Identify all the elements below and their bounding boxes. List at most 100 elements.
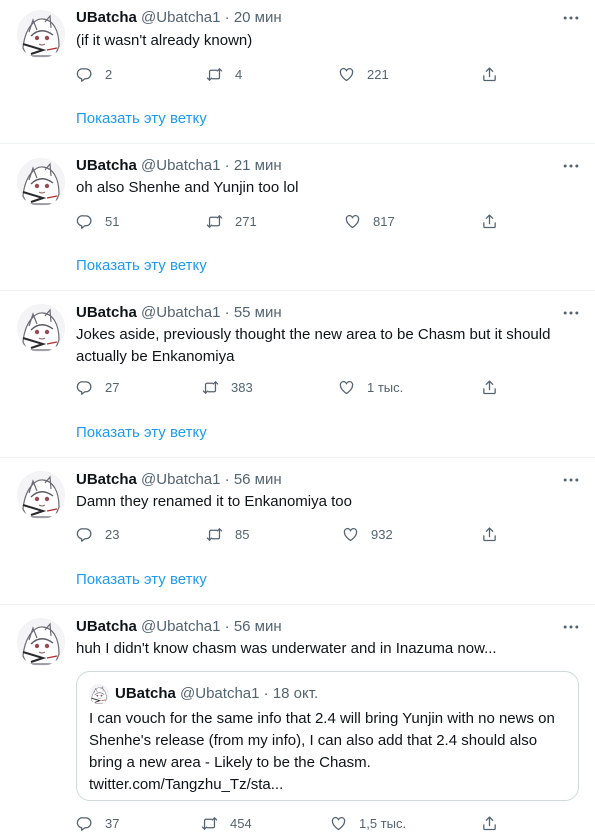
like-button[interactable]: 1,5 тыс. [330,813,406,833]
tweet-time[interactable]: 56 мин [234,618,282,635]
author-handle[interactable]: @Ubatcha1 [141,157,220,174]
tweet-time[interactable]: 55 мин [234,304,282,321]
retweet-button[interactable]: 85 [206,524,249,544]
like-button[interactable]: 221 [338,64,389,84]
avatar[interactable] [17,158,65,206]
like-button[interactable]: 1 тыс. [338,377,403,397]
share-button[interactable] [481,211,498,231]
share-button[interactable] [481,64,498,84]
reply-button[interactable]: 23 [76,524,119,544]
heart-icon [338,379,355,396]
share-button[interactable] [481,377,498,397]
author-handle[interactable]: @Ubatcha1 [141,618,220,635]
heart-icon [342,526,359,543]
author-name[interactable]: UBatcha [76,304,137,321]
retweet-count: 85 [235,526,250,542]
tweet-time[interactable]: 56 мин [234,471,282,488]
retweet-button[interactable]: 4 [206,64,242,84]
separator-dot: · [263,685,269,702]
reply-count: 37 [105,815,120,831]
reply-button[interactable]: 51 [76,211,119,231]
share-button[interactable] [481,524,498,544]
author-handle[interactable]: @Ubatcha1 [141,304,220,321]
avatar-image [17,471,65,519]
avatar[interactable] [17,618,65,666]
retweet-icon [201,815,218,832]
like-button[interactable]: 817 [344,211,395,231]
reply-icon [76,213,93,230]
avatar-image [17,618,65,666]
share-icon [481,815,498,832]
retweet-button[interactable]: 271 [206,211,257,231]
share-button[interactable] [481,813,498,833]
quoted-tweet[interactable]: UBatcha @Ubatcha1 · 18 окт. I can vouch … [76,671,579,801]
tweet-time[interactable]: 20 мин [234,9,282,26]
reply-count: 23 [105,526,120,542]
tweet-time[interactable]: 21 мин [234,157,282,174]
tweet[interactable]: UBatcha @Ubatcha1 · 56 мин Damn they ren… [0,458,595,604]
reply-icon [76,379,93,396]
reply-icon [76,815,93,832]
tweet[interactable]: UBatcha @Ubatcha1 · 56 мин huh I didn't … [0,605,595,835]
retweet-icon [202,379,219,396]
author-name[interactable]: UBatcha [76,157,137,174]
tweet-actions: 51 271 817 [76,211,506,231]
author-name[interactable]: UBatcha [76,471,137,488]
reply-button[interactable]: 2 [76,64,112,84]
retweet-count: 4 [235,66,243,82]
avatar[interactable] [17,471,65,519]
author-handle[interactable]: @Ubatcha1 [141,9,220,26]
tweet[interactable]: UBatcha @Ubatcha1 · 21 мин oh also Shenh… [0,144,595,290]
tweet[interactable]: UBatcha @Ubatcha1 · 20 мин (if it wasn't… [0,0,595,143]
like-button[interactable]: 932 [342,524,393,544]
show-thread-link[interactable]: Показать эту ветку [76,256,207,276]
avatar[interactable] [17,10,65,58]
show-thread-link[interactable]: Показать эту ветку [76,423,207,443]
like-count: 221 [367,66,389,82]
share-icon [481,66,498,83]
quoted-avatar [89,684,109,704]
more-icon[interactable] [561,617,581,637]
more-icon[interactable] [561,8,581,28]
tweet-actions: 2 4 221 [76,64,506,84]
separator-dot: · [224,157,230,174]
like-count: 817 [373,213,395,229]
quoted-author-name: UBatcha [115,685,176,702]
more-icon[interactable] [561,470,581,490]
separator-dot: · [224,618,230,635]
retweet-count: 383 [231,379,253,395]
share-icon [481,379,498,396]
quoted-time: 18 окт. [272,685,319,702]
retweet-icon [206,213,223,230]
show-thread-link[interactable]: Показать эту ветку [76,570,207,590]
like-count: 932 [371,526,393,542]
tweet-text: (if it wasn't already known) [76,32,253,49]
reply-button[interactable]: 37 [76,813,119,833]
avatar-image [17,10,65,58]
retweet-count: 271 [235,213,257,229]
avatar[interactable] [17,304,65,352]
reply-count: 51 [105,213,120,229]
author-handle[interactable]: @Ubatcha1 [141,471,220,488]
author-name[interactable]: UBatcha [76,618,137,635]
like-count: 1,5 тыс. [359,815,407,831]
retweet-count: 454 [230,815,252,831]
more-icon[interactable] [561,156,581,176]
heart-icon [330,815,347,832]
tweet-header: UBatcha @Ubatcha1 · 56 мин [76,617,282,637]
tweet[interactable]: UBatcha @Ubatcha1 · 55 мин Jokes aside, … [0,291,595,457]
separator-dot: · [224,471,230,488]
tweet-header: UBatcha @Ubatcha1 · 20 мин [76,8,282,28]
reply-icon [76,526,93,543]
more-icon[interactable] [561,303,581,323]
quoted-author-handle: @Ubatcha1 [180,685,260,702]
show-thread-link[interactable]: Показать эту ветку [76,109,207,129]
author-name[interactable]: UBatcha [76,9,137,26]
retweet-button[interactable]: 454 [201,813,252,833]
retweet-button[interactable]: 383 [202,377,253,397]
reply-icon [76,66,93,83]
reply-button[interactable]: 27 [76,377,119,397]
heart-icon [338,66,355,83]
tweet-text: Damn they renamed it to Enkanomiya too [76,493,352,510]
separator-dot: · [224,9,230,26]
